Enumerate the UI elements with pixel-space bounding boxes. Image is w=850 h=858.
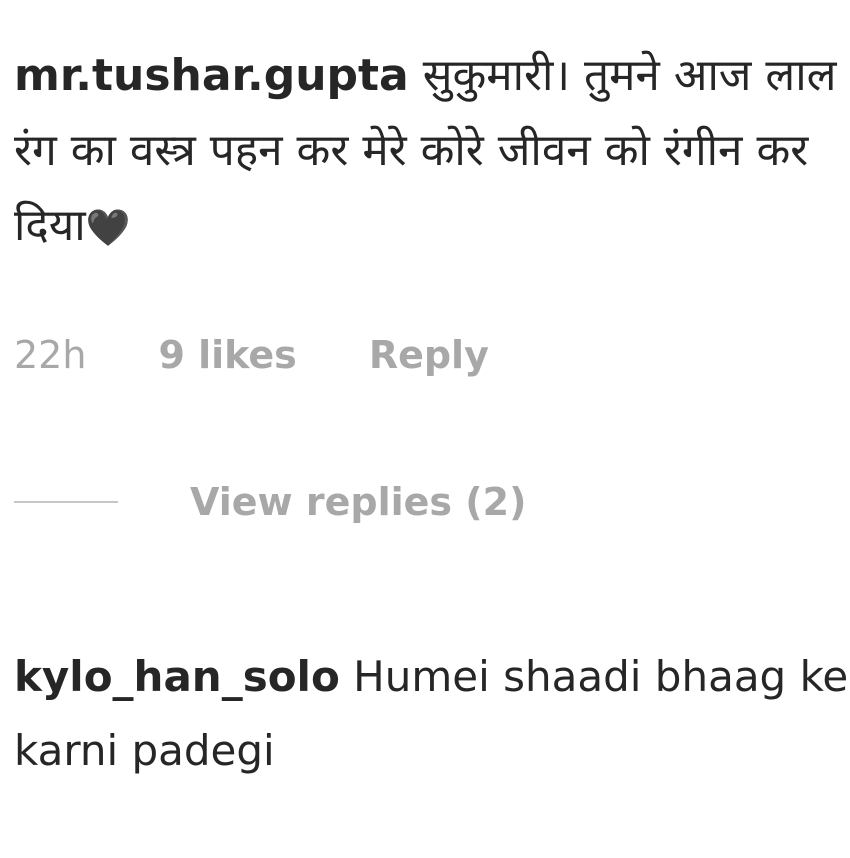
comment-likes-count[interactable]: 9 likes [158, 333, 296, 377]
comment-username[interactable]: kylo_han_solo [14, 652, 340, 701]
comment: mr.tushar.gupta सुकुमारी। तुमने आज लाल र… [14, 38, 850, 266]
view-replies-label: View replies (2) [190, 480, 527, 524]
comment-timestamp[interactable]: 22h [14, 333, 86, 377]
comment-meta: 22h 9 likes Reply [14, 328, 489, 382]
comment: kylo_han_solo Humei shaadi bhaag ke karn… [14, 640, 850, 788]
view-replies-button[interactable]: View replies (2) [14, 474, 526, 530]
comment-username[interactable]: mr.tushar.gupta [14, 50, 409, 101]
black-heart-icon: 🖤 [85, 208, 131, 249]
comment-body: mr.tushar.gupta सुकुमारी। तुमने आज लाल र… [14, 38, 850, 266]
comment-body: kylo_han_solo Humei shaadi bhaag ke karn… [14, 640, 850, 788]
reply-button[interactable]: Reply [369, 333, 489, 377]
replies-divider-line [14, 501, 118, 503]
